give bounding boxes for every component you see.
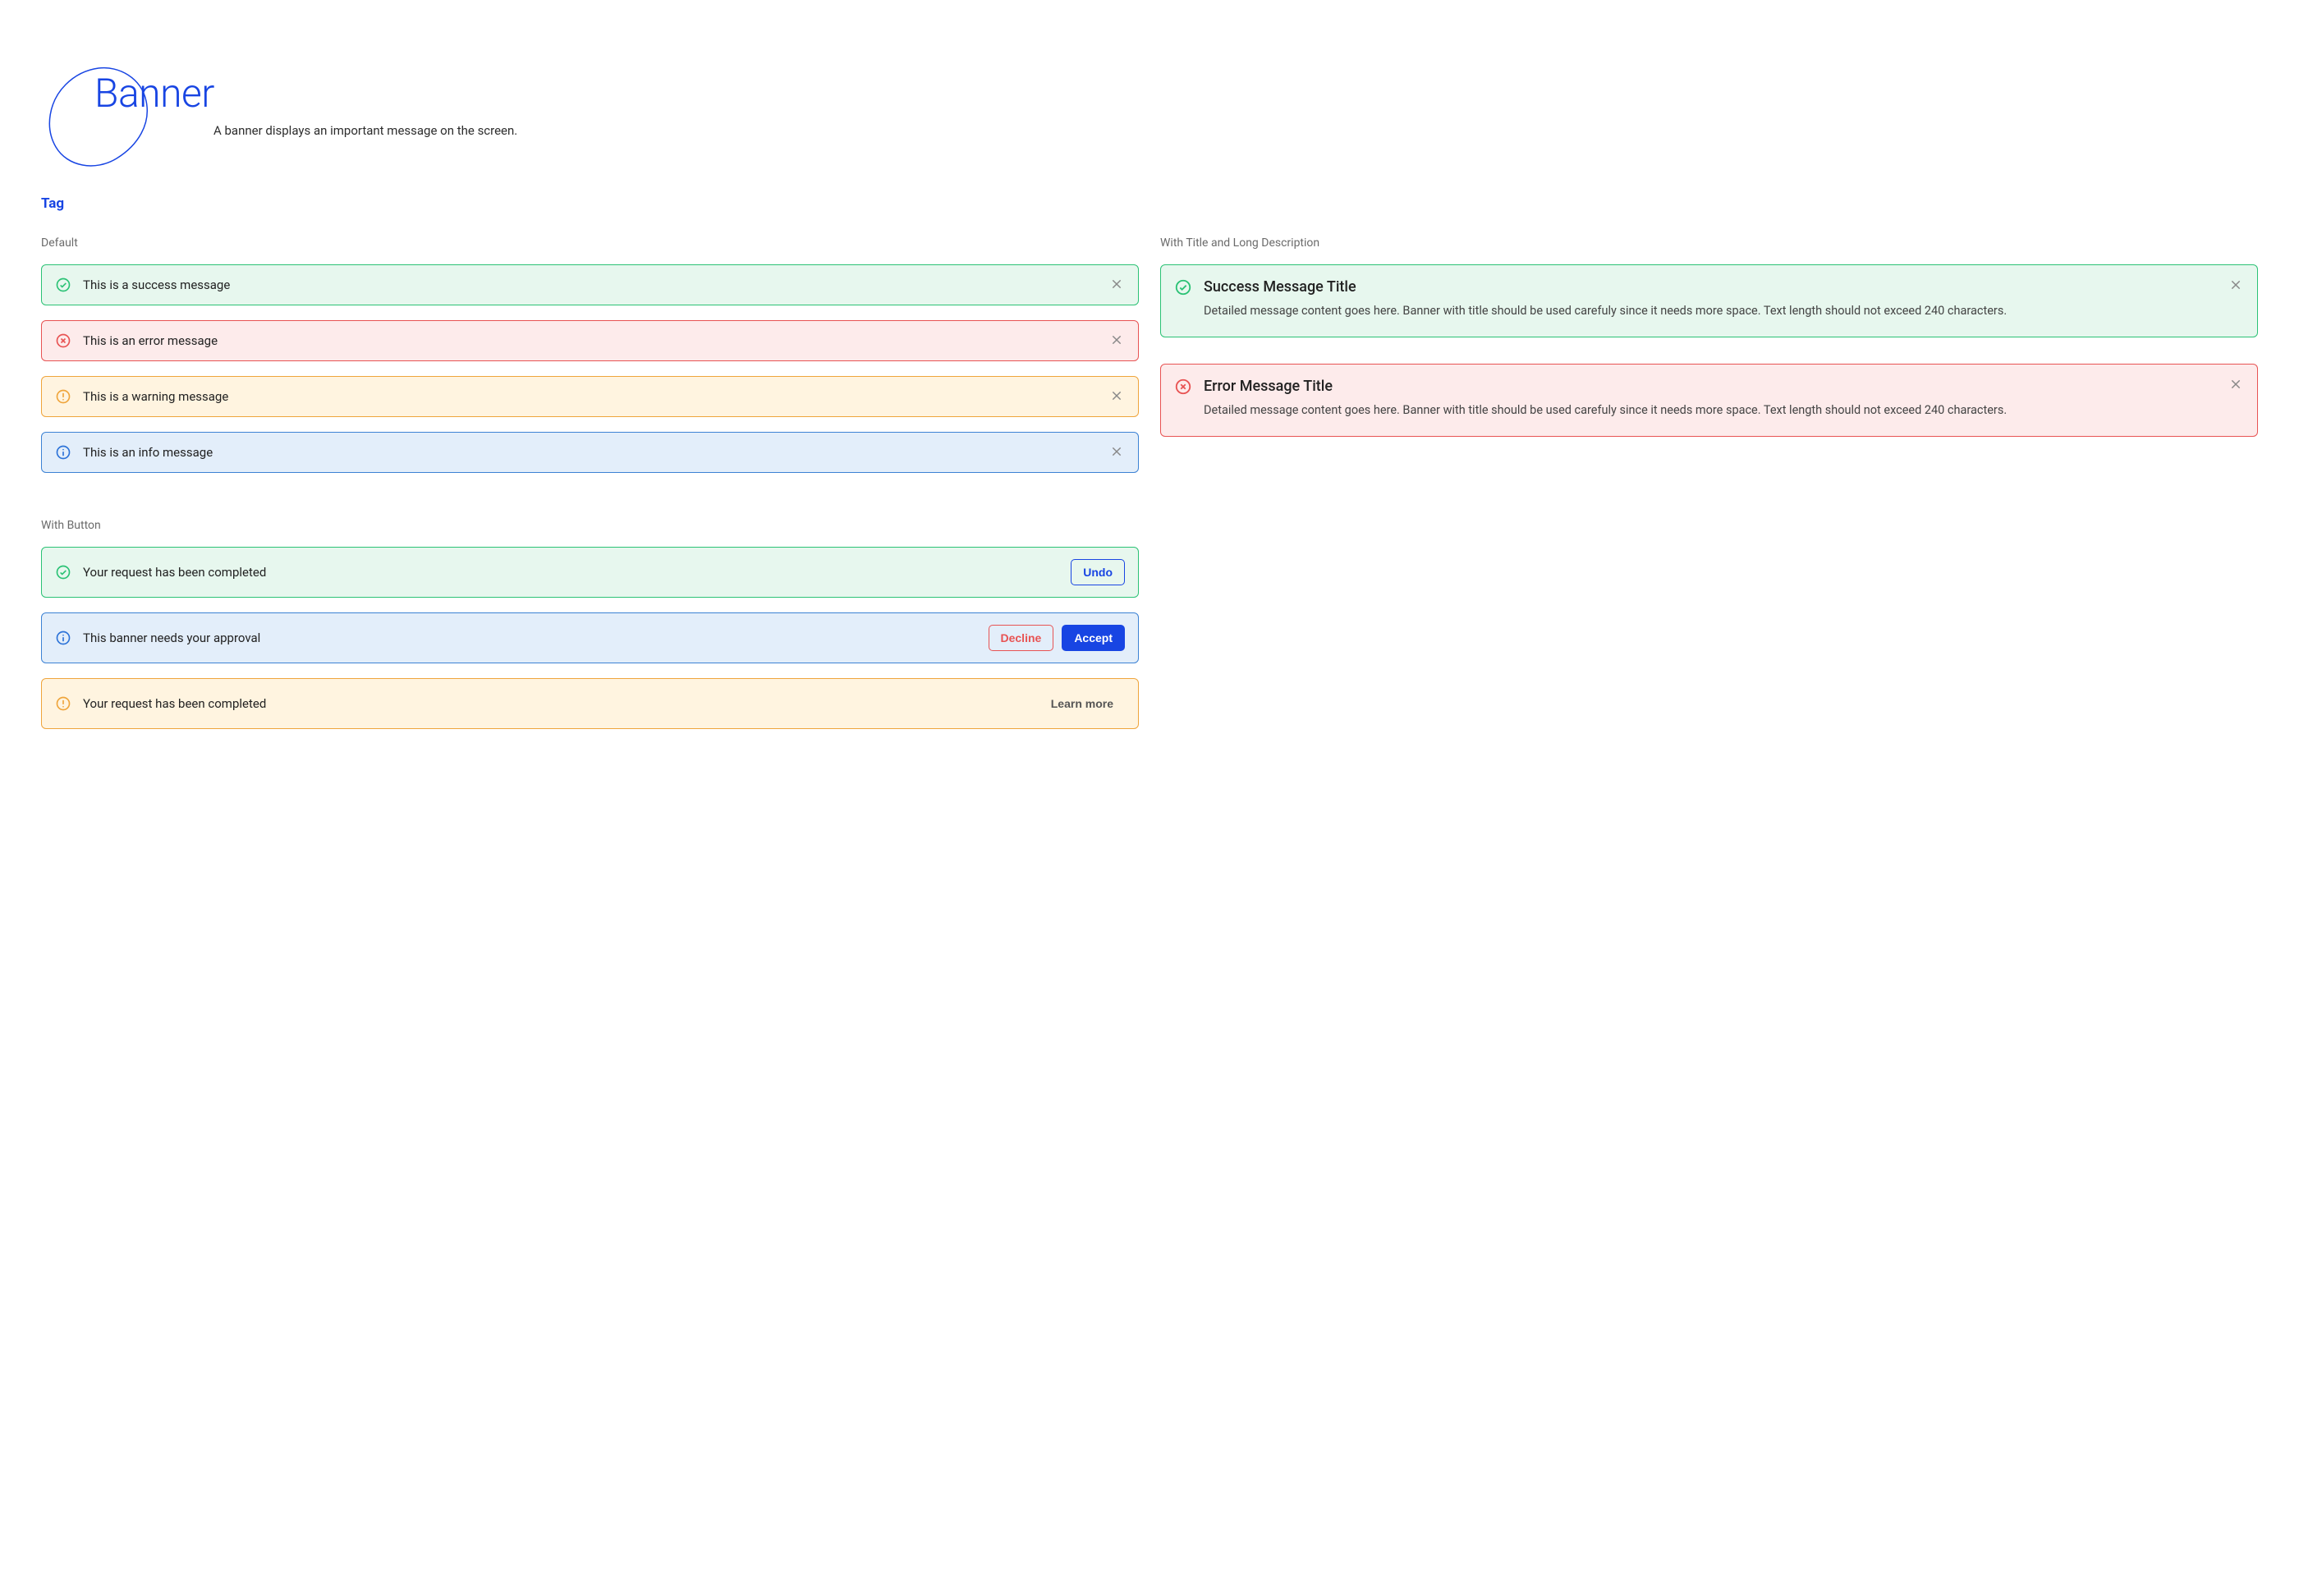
close-icon[interactable]	[1110, 333, 1125, 348]
banner-title: Success Message Title	[1204, 278, 2218, 296]
banner-error: This is an error message	[41, 320, 1139, 361]
close-icon[interactable]	[1110, 277, 1125, 292]
page-title: Banner	[94, 70, 2258, 117]
banner-info: This is an info message	[41, 432, 1139, 473]
x-circle-icon	[55, 332, 71, 349]
banner-message: This is an info message	[83, 445, 1099, 460]
undo-button[interactable]: Undo	[1071, 559, 1125, 585]
variant-label-default: Default	[41, 236, 1139, 250]
banner-info-with-buttons: This banner needs your approval Decline …	[41, 612, 1139, 663]
info-circle-icon	[55, 444, 71, 461]
variant-label-with-button: With Button	[41, 519, 1139, 532]
banner-message: Your request has been completed	[83, 565, 1059, 580]
check-circle-icon	[1174, 278, 1192, 296]
banner-message: This is a success message	[83, 277, 1099, 292]
close-icon[interactable]	[1110, 445, 1125, 460]
page-subtitle: A banner displays an important message o…	[213, 123, 2258, 138]
banner-success-with-button: Your request has been completed Undo	[41, 547, 1139, 598]
banner-error-titled: Error Message Title Detailed message con…	[1160, 364, 2258, 437]
banner-success-titled: Success Message Title Detailed message c…	[1160, 264, 2258, 337]
banner-message: This banner needs your approval	[83, 631, 977, 645]
close-icon[interactable]	[1110, 389, 1125, 404]
section-heading-tag: Tag	[41, 195, 2258, 212]
close-icon[interactable]	[2229, 278, 2244, 293]
banner-title: Error Message Title	[1204, 378, 2218, 395]
x-circle-icon	[1174, 378, 1192, 396]
alert-circle-icon	[55, 388, 71, 405]
banner-warning: This is a warning message	[41, 376, 1139, 417]
accept-button[interactable]: Accept	[1062, 625, 1125, 651]
info-circle-icon	[55, 630, 71, 646]
banner-success: This is a success message	[41, 264, 1139, 305]
close-icon[interactable]	[2229, 378, 2244, 392]
decline-button[interactable]: Decline	[989, 625, 1054, 651]
banner-description: Detailed message content goes here. Bann…	[1204, 302, 2218, 320]
blob-decoration	[41, 62, 156, 177]
banner-warning-with-link: Your request has been completed Learn mo…	[41, 678, 1139, 729]
banner-description: Detailed message content goes here. Bann…	[1204, 401, 2218, 420]
alert-circle-icon	[55, 695, 71, 712]
banner-message: This is a warning message	[83, 389, 1099, 404]
banner-message: This is an error message	[83, 333, 1099, 348]
banner-message: Your request has been completed	[83, 696, 1028, 711]
learn-more-link[interactable]: Learn more	[1039, 690, 1125, 717]
variant-label-with-title: With Title and Long Description	[1160, 236, 2258, 250]
page-header: Banner A banner displays an important me…	[41, 70, 2258, 138]
check-circle-icon	[55, 564, 71, 580]
check-circle-icon	[55, 277, 71, 293]
